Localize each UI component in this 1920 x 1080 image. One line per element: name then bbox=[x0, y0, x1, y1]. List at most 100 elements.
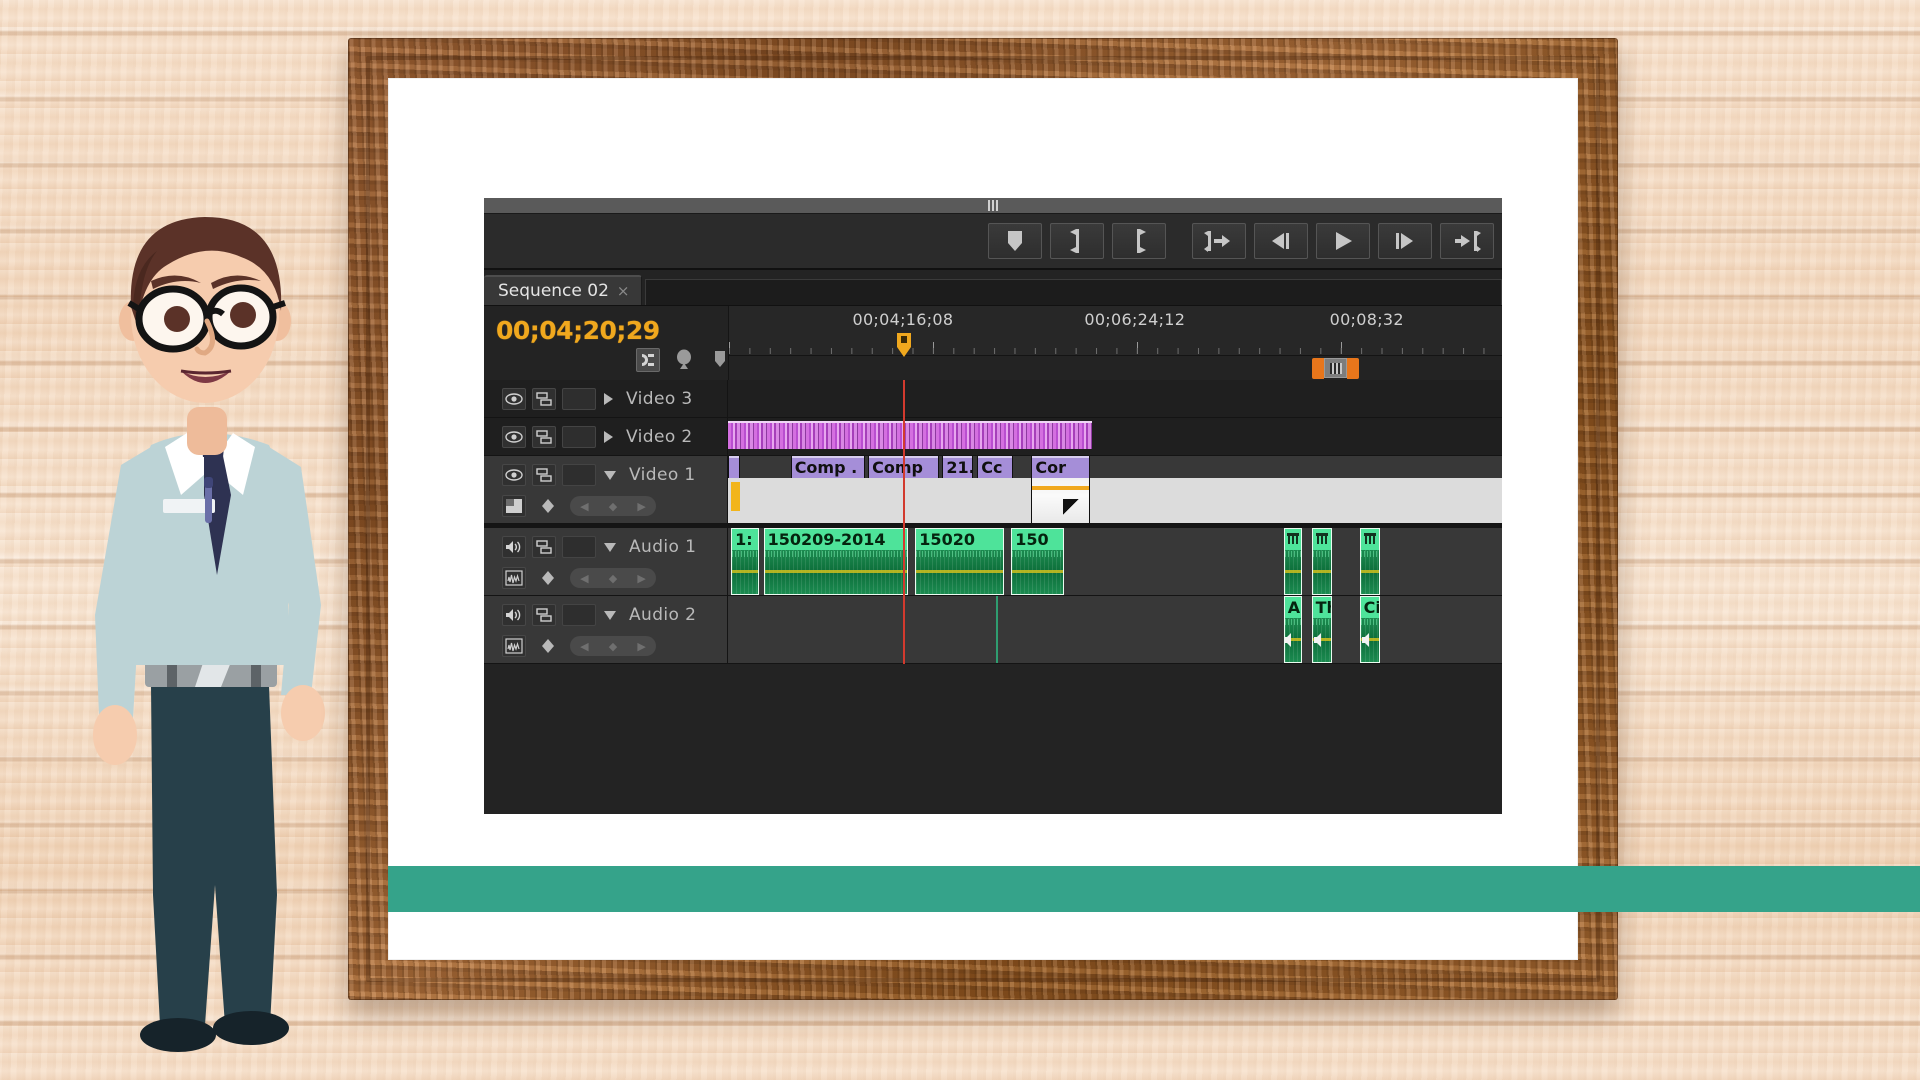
clip-a2-a[interactable]: A bbox=[1283, 596, 1303, 663]
go-to-in-button[interactable] bbox=[1192, 223, 1246, 259]
track-content-video-2[interactable] bbox=[728, 418, 1502, 455]
mute-track-a2[interactable] bbox=[502, 604, 526, 626]
workarea-grip-icon bbox=[1329, 362, 1342, 374]
clip-v1-a[interactable] bbox=[728, 456, 1502, 523]
thumb-flag-shape bbox=[1063, 499, 1080, 515]
step-back-button[interactable] bbox=[1254, 223, 1308, 259]
hand-left bbox=[93, 705, 137, 765]
speaker-icon bbox=[1361, 633, 1369, 647]
track-content-video-1[interactable]: Comp . Comp Rec 21. Cc bbox=[728, 456, 1502, 523]
music-note-icon bbox=[1287, 533, 1299, 544]
collapse-triangle-v1[interactable] bbox=[604, 470, 616, 480]
playhead-line bbox=[902, 380, 905, 664]
keyframe-diamond-v1[interactable] bbox=[536, 495, 560, 517]
kf-next-icon[interactable]: ▶ bbox=[637, 500, 645, 513]
toggle-track-output-v1[interactable] bbox=[502, 464, 526, 486]
keyframe-nav-a2[interactable]: ◀ ◆ ▶ bbox=[570, 636, 656, 656]
kf-add-icon[interactable]: ◆ bbox=[609, 500, 617, 513]
clip-a1-music-3[interactable] bbox=[1359, 528, 1380, 595]
keyframe-diamond-a2[interactable] bbox=[536, 635, 560, 657]
mute-track-a1[interactable] bbox=[502, 536, 526, 558]
toggle-sync-lock-v1[interactable] bbox=[532, 464, 556, 486]
kf-add-icon[interactable]: ◆ bbox=[609, 640, 617, 653]
snap-toggle[interactable] bbox=[636, 348, 660, 372]
speaker-icon bbox=[1313, 633, 1321, 647]
clip-v1-cor[interactable]: Cor bbox=[1031, 456, 1091, 523]
toggle-track-output-v3[interactable] bbox=[502, 388, 526, 410]
kf-prev-icon[interactable]: ◀ bbox=[580, 640, 588, 653]
track-name-video-2: Video 2 bbox=[626, 427, 693, 447]
track-targeting-v2[interactable] bbox=[562, 426, 596, 448]
ruler-label: 00;08;32 bbox=[1329, 310, 1404, 329]
marker-button[interactable] bbox=[988, 223, 1042, 259]
kf-next-icon[interactable]: ▶ bbox=[637, 572, 645, 585]
toggle-sync-lock-a1[interactable] bbox=[532, 536, 556, 558]
audio-track-display-a1[interactable] bbox=[502, 567, 526, 589]
track-video-2: Video 2 bbox=[484, 418, 1502, 456]
clip-label: Th bbox=[1315, 598, 1331, 617]
clip-a1-1[interactable]: 1: bbox=[731, 528, 759, 595]
video-track-display-v1[interactable] bbox=[502, 495, 526, 517]
timecode-area: 00;04;20;29 bbox=[484, 306, 660, 380]
track-content-audio-2[interactable]: A Th Ci bbox=[728, 596, 1502, 663]
clip-a1-music-2[interactable] bbox=[1311, 528, 1332, 595]
tabstrip-filler bbox=[645, 279, 1502, 305]
clip-label: 21. bbox=[946, 458, 973, 477]
play-stop-toggle-button[interactable] bbox=[1316, 223, 1370, 259]
kf-prev-icon[interactable]: ◀ bbox=[580, 572, 588, 585]
track-audio-2: Audio 2 ◀ ◆ ▶ A T Ci bbox=[484, 596, 1502, 664]
go-to-out-button[interactable] bbox=[1440, 223, 1494, 259]
toggle-sync-lock-v3[interactable] bbox=[532, 388, 556, 410]
workarea-bar[interactable] bbox=[1312, 358, 1360, 379]
track-header-video-1: Video 1 ◀ ◆ ▶ bbox=[484, 456, 728, 523]
toggle-sync-lock-a2[interactable] bbox=[532, 604, 556, 626]
toggle-sync-lock-v2[interactable] bbox=[532, 426, 556, 448]
tracks-area: Video 3 Video 2 Video 1 ◀ ◆ ▶ Comp . Com… bbox=[484, 380, 1502, 664]
header-tools bbox=[636, 306, 728, 380]
mark-out-button[interactable] bbox=[1112, 223, 1166, 259]
toggle-track-output-v2[interactable] bbox=[502, 426, 526, 448]
kf-add-icon[interactable]: ◆ bbox=[609, 572, 617, 585]
collapse-triangle-a2[interactable] bbox=[604, 610, 616, 620]
keyframe-nav-a1[interactable]: ◀ ◆ ▶ bbox=[570, 568, 656, 588]
expand-triangle-v2[interactable] bbox=[604, 431, 613, 443]
kf-prev-icon[interactable]: ◀ bbox=[580, 500, 588, 513]
track-content-video-3[interactable] bbox=[728, 380, 1502, 417]
keyframe-diamond-a1[interactable] bbox=[536, 567, 560, 589]
clip-label: Cor bbox=[1035, 458, 1067, 477]
track-targeting-a2[interactable] bbox=[562, 604, 596, 626]
panel-drag-grip[interactable] bbox=[484, 198, 1502, 214]
mark-in-button[interactable] bbox=[1050, 223, 1104, 259]
add-marker[interactable] bbox=[672, 348, 696, 372]
clip-a1-2[interactable]: 150209-2014 bbox=[763, 528, 908, 595]
clip-a1-3[interactable]: 15020 bbox=[915, 528, 1004, 595]
keyframe-nav-v1[interactable]: ◀ ◆ ▶ bbox=[570, 496, 656, 516]
tab-sequence-02[interactable]: Sequence 02 × bbox=[484, 275, 643, 305]
clip-v1-d[interactable] bbox=[728, 478, 1502, 523]
audio-track-display-a2[interactable] bbox=[502, 635, 526, 657]
clip-label: A bbox=[1287, 598, 1301, 617]
music-note-icon bbox=[1363, 533, 1376, 544]
clip-a2-ci[interactable]: Ci bbox=[1359, 596, 1380, 663]
close-icon[interactable]: × bbox=[617, 282, 630, 300]
clip-a1-4[interactable]: 150 bbox=[1011, 528, 1064, 595]
track-targeting-v1[interactable] bbox=[562, 464, 596, 486]
clip-label: 1: bbox=[735, 530, 753, 549]
track-targeting-v3[interactable] bbox=[562, 388, 596, 410]
clip-label: Cc bbox=[981, 458, 1003, 477]
step-forward-button[interactable] bbox=[1378, 223, 1432, 259]
ruler-minor-ticks bbox=[729, 342, 1502, 354]
collapse-triangle-a1[interactable] bbox=[604, 542, 616, 552]
playhead-handle[interactable] bbox=[896, 332, 912, 358]
kf-next-icon[interactable]: ▶ bbox=[637, 640, 645, 653]
clip-video2-stripes[interactable] bbox=[728, 421, 1092, 449]
expand-triangle-v3[interactable] bbox=[604, 393, 613, 405]
track-targeting-a1[interactable] bbox=[562, 536, 596, 558]
time-ruler[interactable]: 00;04;16;08 00;06;24;12 00;08;32 bbox=[728, 306, 1502, 380]
track-video-3: Video 3 bbox=[484, 380, 1502, 418]
clip-a2-th[interactable]: Th bbox=[1311, 596, 1332, 663]
track-content-audio-1[interactable]: 1: 150209-2014 15020 150 bbox=[728, 528, 1502, 595]
music-note-icon bbox=[1315, 533, 1328, 544]
clip-a1-music-1[interactable] bbox=[1283, 528, 1303, 595]
workarea-strip[interactable] bbox=[729, 356, 1502, 380]
